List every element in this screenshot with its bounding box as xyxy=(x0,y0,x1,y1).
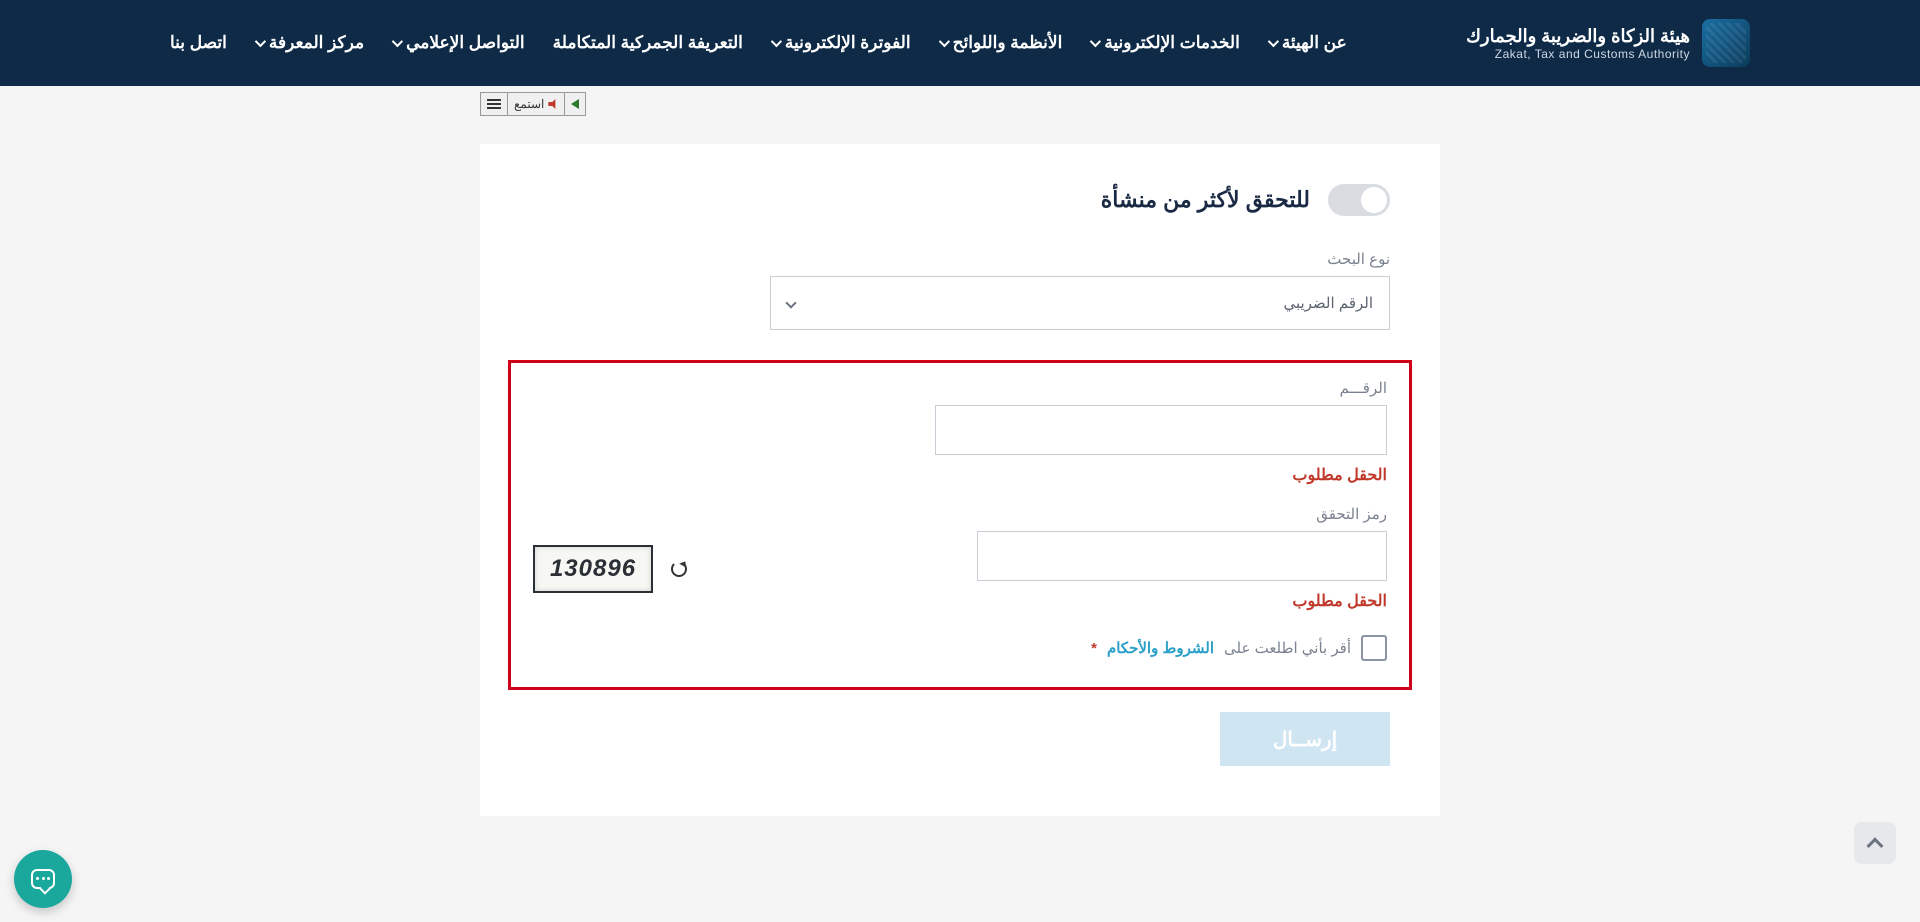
number-field: الرقـــم الحقل مطلوب xyxy=(533,379,1387,485)
number-error: الحقل مطلوب xyxy=(533,465,1387,485)
captcha-image-group: 130896 xyxy=(533,545,687,593)
terms-prefix: أقر بأني اطلعت على xyxy=(1224,639,1351,657)
captcha-label: رمز التحقق xyxy=(533,505,1387,523)
brand-logo[interactable]: هيئة الزكاة والضريبة والجمارك Zakat, Tax… xyxy=(1466,19,1750,67)
number-input[interactable] xyxy=(935,405,1387,455)
required-fields-highlight: الرقـــم الحقل مطلوب رمز التحقق الحقل مط… xyxy=(508,360,1412,690)
chevron-down-icon xyxy=(785,297,796,308)
nav-einvoice[interactable]: الفوترة الإلكترونية xyxy=(771,33,911,53)
tts-listen-button[interactable]: استمع xyxy=(507,93,564,115)
brand-title-en: Zakat, Tax and Customs Authority xyxy=(1466,47,1690,61)
multi-verify-row: للتحقق لأكثر من منشأة xyxy=(530,184,1390,216)
search-type-select[interactable]: الرقم الضريبي xyxy=(770,276,1390,330)
nav-eservices[interactable]: الخدمات الإلكترونية xyxy=(1090,33,1240,53)
search-type-field: نوع البحث الرقم الضريبي xyxy=(770,250,1390,330)
play-icon xyxy=(571,99,579,109)
chevron-up-icon xyxy=(1867,837,1884,854)
brand-title-ar: هيئة الزكاة والضريبة والجمارك xyxy=(1466,26,1690,47)
brand-text: هيئة الزكاة والضريبة والجمارك Zakat, Tax… xyxy=(1466,26,1690,61)
tts-menu-button[interactable] xyxy=(481,93,507,115)
number-label: الرقـــم xyxy=(533,379,1387,397)
nav-about[interactable]: عن الهيئة xyxy=(1268,33,1347,53)
tts-play-button[interactable] xyxy=(564,93,585,115)
chevron-down-icon xyxy=(255,36,266,47)
main-nav: عن الهيئة الخدمات الإلكترونية الأنظمة وا… xyxy=(170,33,1347,53)
search-type-value: الرقم الضريبي xyxy=(1283,294,1373,312)
nav-media[interactable]: التواصل الإعلامي xyxy=(392,33,525,53)
chat-icon xyxy=(31,869,55,889)
chevron-down-icon xyxy=(392,36,403,47)
chevron-down-icon xyxy=(938,36,949,47)
chevron-down-icon xyxy=(771,36,782,47)
tts-toolbar: استمع xyxy=(480,86,1440,116)
required-asterisk: * xyxy=(1091,640,1097,657)
search-type-label: نوع البحث xyxy=(770,250,1390,268)
nav-regulations[interactable]: الأنظمة واللوائح xyxy=(939,33,1063,53)
captcha-image: 130896 xyxy=(533,545,653,593)
captcha-field: رمز التحقق الحقل مطلوب 130896 xyxy=(533,505,1387,611)
submit-button[interactable]: إرســال xyxy=(1220,712,1390,766)
terms-acknowledge-row: أقر بأني اطلعت على الشروط والأحكام * xyxy=(533,635,1387,661)
speaker-icon xyxy=(548,99,558,109)
tts-controls: استمع xyxy=(480,92,586,116)
terms-link[interactable]: الشروط والأحكام xyxy=(1107,639,1214,657)
nav-contact[interactable]: اتصل بنا xyxy=(170,33,227,53)
nav-knowledge[interactable]: مركز المعرفة xyxy=(255,33,364,53)
toggle-knob xyxy=(1361,187,1387,213)
nav-customs-tariff[interactable]: التعريفة الجمركية المتكاملة xyxy=(553,33,743,53)
captcha-refresh-icon[interactable] xyxy=(671,561,687,577)
multi-verify-label: للتحقق لأكثر من منشأة xyxy=(1101,187,1310,213)
terms-checkbox[interactable] xyxy=(1361,635,1387,661)
menu-icon xyxy=(487,99,501,109)
brand-logo-icon xyxy=(1702,19,1750,67)
multi-verify-toggle[interactable] xyxy=(1328,184,1390,216)
verification-card: للتحقق لأكثر من منشأة نوع البحث الرقم ال… xyxy=(480,144,1440,816)
top-navbar: هيئة الزكاة والضريبة والجمارك Zakat, Tax… xyxy=(0,0,1920,86)
scroll-to-top-button[interactable] xyxy=(1854,822,1896,864)
chevron-down-icon xyxy=(1268,36,1279,47)
captcha-input[interactable] xyxy=(977,531,1387,581)
chevron-down-icon xyxy=(1090,36,1101,47)
captcha-error: الحقل مطلوب xyxy=(935,591,1387,611)
chat-fab[interactable] xyxy=(14,850,72,908)
